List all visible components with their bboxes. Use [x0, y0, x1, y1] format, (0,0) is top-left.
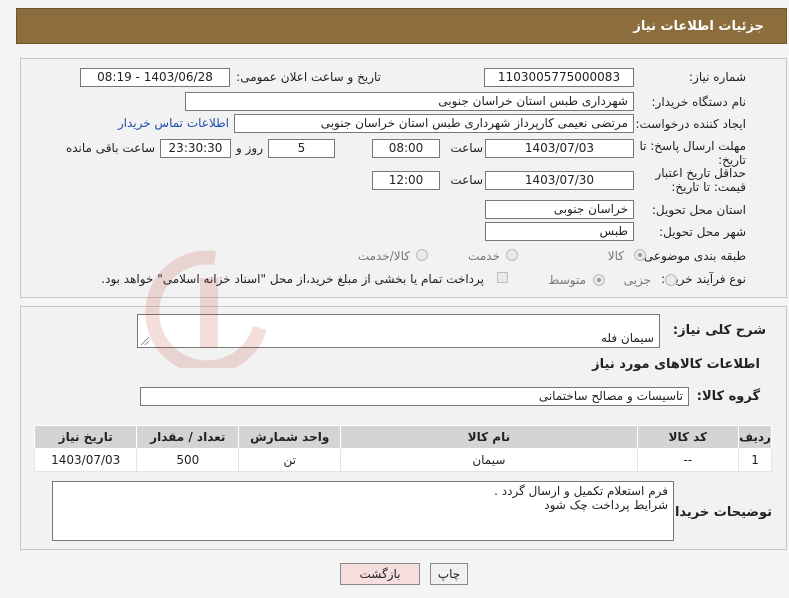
time-remaining-field: 23:30:30 — [160, 139, 231, 158]
reply-time-label: ساعت — [450, 141, 483, 155]
goods-table: تاریخ نیاز تعداد / مقدار واحد شمارش نام … — [33, 425, 772, 472]
reply-deadline-label: مهلت ارسال پاسخ: تا تاریخ: — [639, 139, 746, 167]
contact-info-link[interactable]: اطلاعات تماس خریدار — [118, 116, 229, 130]
goods-table-header: تاریخ نیاز تعداد / مقدار واحد شمارش نام … — [33, 425, 772, 449]
province-field: خراسان جنوبی — [485, 200, 634, 219]
category-option-goods: کالا — [607, 249, 624, 263]
price-time-field: 12:00 — [372, 171, 440, 190]
col-item-code: کد کالا — [636, 425, 740, 449]
cell-unit: تن — [238, 448, 342, 472]
summary-text: سیمان فله — [600, 331, 654, 345]
treasury-payment-note: پرداخت تمام یا بخشی از مبلغ خرید،از محل … — [101, 272, 484, 286]
days-label: روز و — [236, 141, 263, 155]
price-time-label: ساعت — [450, 173, 483, 187]
cell-item-name: سیمان — [340, 448, 638, 472]
days-remaining-field: 5 — [268, 139, 335, 158]
process-option-minor: جزیی — [623, 273, 651, 287]
province-label: استان محل تحویل: — [651, 203, 746, 217]
announce-date-label: تاریخ و ساعت اعلان عمومی: — [236, 70, 381, 84]
buyer-notes-field: فرم استعلام تکمیل و ارسال گردد . شرایط پ… — [52, 481, 674, 541]
back-button[interactable]: بازگشت — [340, 563, 420, 585]
reply-date-field: 1403/07/03 — [485, 139, 634, 158]
buyer-notes-label: توضیحات خریدار: — [662, 505, 772, 520]
process-radio-minor[interactable] — [665, 274, 677, 286]
reply-time-field: 08:00 — [372, 139, 440, 158]
announce-date-field: 1403/06/28 - 08:19 — [80, 68, 230, 87]
category-option-goods-service: کالا/خدمت — [357, 249, 410, 263]
creator-field: مرتضی نعیمی کارپرداز شهرداری طبس استان خ… — [234, 114, 634, 133]
page-header: جزئیات اطلاعات نیاز — [16, 8, 787, 44]
table-row: 1403/07/03 500 تن سیمان -- 1 — [33, 448, 772, 472]
resize-grip-icon[interactable] — [141, 337, 149, 345]
time-remaining-label: ساعت باقی مانده — [65, 141, 155, 155]
col-date: تاریخ نیاز — [33, 425, 138, 449]
category-label: طبقه بندی موضوعی: — [639, 249, 746, 263]
price-date-field: 1403/07/30 — [485, 171, 634, 190]
col-row: ردیف — [738, 425, 772, 449]
need-number-field: 1103005775000083 — [484, 68, 634, 87]
summary-field: سیمان فله — [137, 314, 660, 348]
city-label: شهر محل تحویل: — [659, 225, 746, 239]
buyer-org-label: نام دستگاه خریدار: — [651, 95, 747, 109]
page-title: جزئیات اطلاعات نیاز — [633, 19, 764, 34]
cell-item-code: -- — [636, 448, 740, 472]
summary-label: شرح کلی نیاز: — [672, 323, 766, 338]
print-button[interactable]: چاپ — [430, 563, 468, 585]
category-radio-goods[interactable] — [634, 249, 646, 261]
process-option-medium: متوسط — [548, 273, 586, 287]
cell-quantity: 500 — [136, 448, 240, 472]
category-radio-service[interactable] — [506, 249, 518, 261]
treasury-payment-checkbox[interactable] — [497, 272, 508, 283]
cell-date: 1403/07/03 — [33, 448, 138, 472]
creator-label: ایجاد کننده درخواست: — [635, 117, 746, 131]
need-number-label: شماره نیاز: — [689, 70, 746, 84]
goods-section-title: اطلاعات کالاهای مورد نیاز — [592, 357, 760, 372]
col-unit: واحد شمارش — [238, 425, 342, 449]
goods-group-field: تاسیسات و مصالح ساختمانی — [140, 387, 689, 406]
city-field: طبس — [485, 222, 634, 241]
goods-group-label: گروه کالا: — [696, 389, 760, 404]
cell-row: 1 — [738, 448, 772, 472]
col-item-name: نام کالا — [340, 425, 638, 449]
category-radio-goods-service[interactable] — [416, 249, 428, 261]
col-quantity: تعداد / مقدار — [136, 425, 240, 449]
price-validity-label: حداقل تاریخ اعتبار قیمت: تا تاریخ: — [655, 166, 746, 194]
process-radio-medium[interactable] — [593, 274, 605, 286]
category-option-service: خدمت — [468, 249, 500, 263]
buyer-org-field: شهرداری طبس استان خراسان جنوبی — [185, 92, 634, 111]
